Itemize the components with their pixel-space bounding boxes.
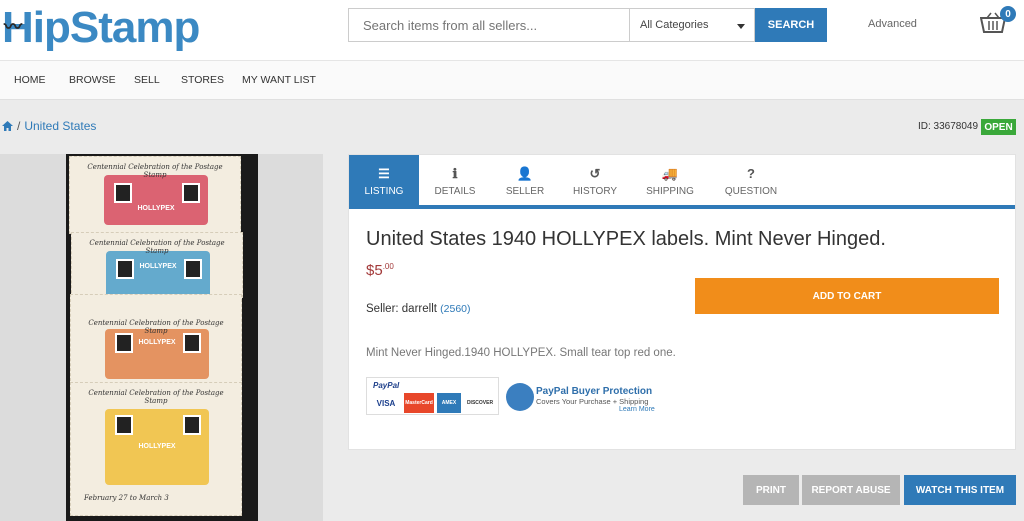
item-id: ID: 33678049 (918, 121, 979, 132)
chevron-down-icon (737, 24, 745, 29)
watch-item-button[interactable]: WATCH THIS ITEM (904, 475, 1016, 505)
print-button[interactable]: PRINT (743, 475, 799, 505)
buyer-protection-subtitle: Covers Your Purchase + Shipping (536, 397, 649, 406)
nav-browse[interactable]: BROWSE (69, 74, 116, 86)
nav-stores[interactable]: STORES (181, 74, 224, 86)
user-icon: 👤 (516, 166, 534, 181)
stamp-banner: HOLLYPEX (137, 205, 175, 212)
item-photo[interactable]: Centennial Celebration of the Postage St… (66, 154, 258, 521)
price-main: $5 (366, 262, 383, 279)
stamp-portrait (114, 183, 132, 203)
breadcrumb-separator: / (17, 119, 21, 133)
breadcrumb: / United States (2, 119, 96, 133)
stamp-portrait (182, 183, 200, 203)
stamp-banner: HOLLYPEX (139, 263, 177, 270)
item-price: $5.00 (366, 262, 394, 279)
nav-home[interactable]: HOME (14, 74, 46, 86)
list-icon: ☰ (378, 166, 390, 181)
stamp-footer: February 27 to March 3 (84, 494, 169, 502)
site-header: 〰 HipStamp All Categories SEARCH Advance… (0, 0, 1024, 60)
tab-label: QUESTION (724, 186, 778, 197)
history-icon: ↺ (589, 166, 601, 181)
stamp-caption: Centennial Celebration of the Postage St… (89, 239, 225, 255)
tab-label: LISTING (364, 186, 404, 197)
seller-feedback[interactable]: (2560) (440, 303, 470, 315)
status-badge: OPEN (981, 119, 1016, 135)
payment-methods: PayPal VISA MasterCard AMEX DISCOVER (366, 377, 499, 415)
discover-icon: DISCOVER (464, 393, 496, 413)
tab-question[interactable]: ? QUESTION (709, 155, 793, 205)
stamp-orange: Centennial Celebration of the Postage St… (70, 294, 242, 386)
site-logo[interactable]: 〰 HipStamp (2, 2, 200, 54)
main-nav: HOME BROWSE SELL STORES MY WANT LIST (0, 60, 1024, 100)
listing-tabs: ☰ LISTING ℹ DETAILS 👤 SELLER ↺ HISTORY 🚚… (349, 155, 1015, 209)
tab-label: SELLER (505, 186, 545, 197)
price-cents: .00 (382, 262, 394, 271)
report-abuse-button[interactable]: REPORT ABUSE (802, 475, 900, 505)
paypal-logo: PayPal (373, 381, 400, 390)
tab-listing[interactable]: ☰ LISTING (349, 155, 419, 205)
tab-seller[interactable]: 👤 SELLER (491, 155, 559, 205)
question-icon: ? (747, 166, 755, 181)
tab-label: DETAILS (434, 186, 476, 197)
buyer-protection-icon (506, 383, 534, 411)
search-button[interactable]: SEARCH (755, 8, 827, 42)
item-title: United States 1940 HOLLYPEX labels. Mint… (366, 228, 886, 250)
buyer-protection-title: PayPal Buyer Protection (536, 386, 653, 397)
home-icon[interactable] (2, 121, 13, 131)
item-description: Mint Never Hinged.1940 HOLLYPEX. Small t… (366, 347, 676, 359)
stamp-banner: HOLLYPEX (138, 443, 176, 450)
seller-name[interactable]: Seller: darrellt (366, 303, 437, 315)
nav-my-want-list[interactable]: MY WANT LIST (242, 74, 316, 86)
nav-sell[interactable]: SELL (134, 74, 160, 86)
stamp-red: Centennial Celebration of the Postage St… (69, 156, 241, 234)
info-icon: ℹ (452, 166, 458, 181)
cart-count-badge: 0 (1000, 6, 1016, 22)
advanced-search-link[interactable]: Advanced (868, 18, 917, 30)
stamp-caption: Centennial Celebration of the Postage St… (88, 319, 224, 335)
mastercard-icon: MasterCard (404, 393, 434, 413)
tab-details[interactable]: ℹ DETAILS (419, 155, 491, 205)
seller-info: Seller: darrellt (2560) (366, 303, 471, 315)
stamp-caption: Centennial Celebration of the Postage St… (87, 163, 223, 179)
breadcrumb-current[interactable]: United States (24, 119, 96, 133)
stamp-blue: Centennial Celebration of the Postage St… (71, 232, 243, 301)
logo-text: HipStamp (2, 3, 200, 52)
category-select[interactable]: All Categories (630, 8, 755, 42)
tab-shipping[interactable]: 🚚 SHIPPING (631, 155, 709, 205)
stamp-portrait (183, 415, 201, 435)
truck-icon: 🚚 (661, 166, 679, 181)
tab-label: SHIPPING (646, 186, 694, 197)
amex-icon: AMEX (437, 393, 461, 413)
tab-label: HISTORY (572, 186, 618, 197)
learn-more-link[interactable]: Learn More (619, 406, 655, 413)
tab-history[interactable]: ↺ HISTORY (559, 155, 631, 205)
category-selected-label: All Categories (640, 19, 709, 31)
stamp-banner: HOLLYPEX (138, 339, 176, 346)
stamp-portrait (115, 415, 133, 435)
listing-card: ☰ LISTING ℹ DETAILS 👤 SELLER ↺ HISTORY 🚚… (348, 154, 1016, 450)
add-to-cart-button[interactable]: ADD TO CART (695, 278, 999, 314)
search-input[interactable] (348, 8, 630, 42)
mustache-icon: 〰 (4, 17, 22, 37)
stamp-caption: Centennial Celebration of the Postage St… (88, 389, 224, 405)
visa-icon: VISA (371, 393, 401, 413)
